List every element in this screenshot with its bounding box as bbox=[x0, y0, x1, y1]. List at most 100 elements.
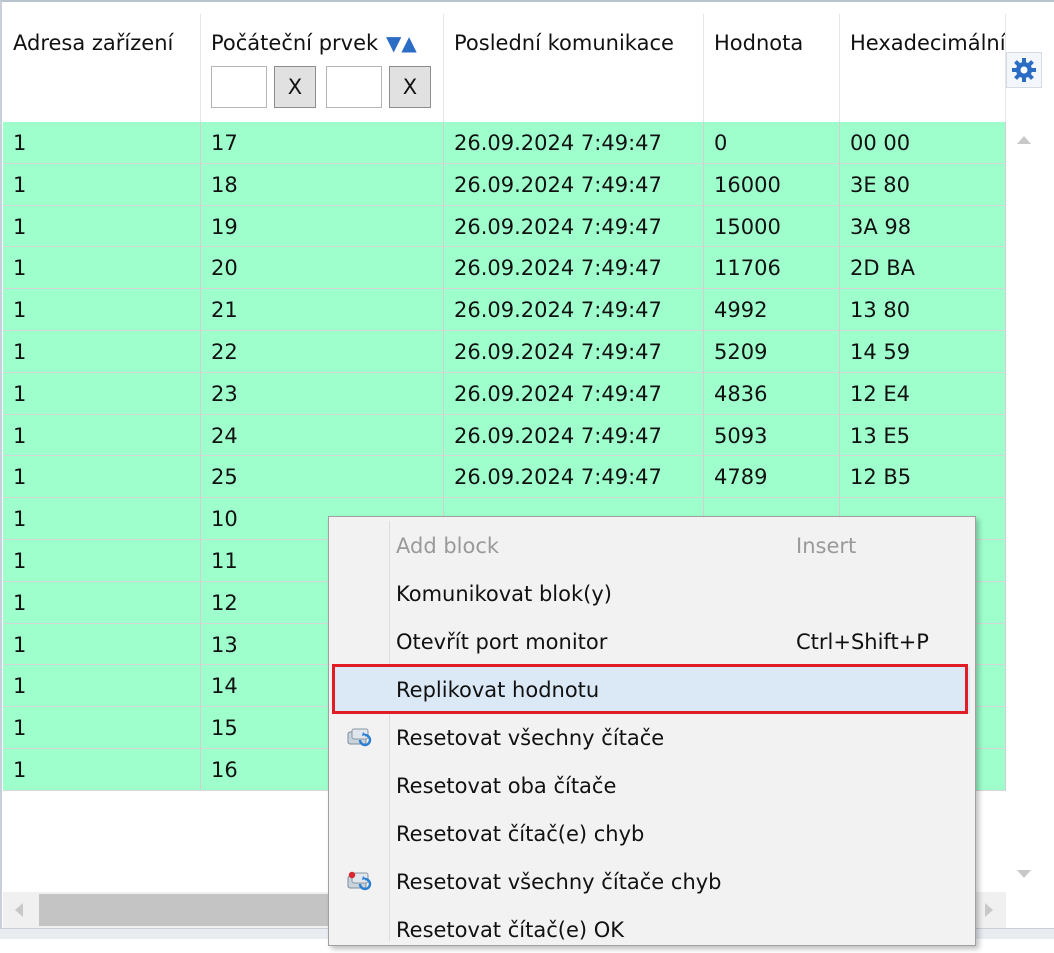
cell-start-item[interactable]: 25 bbox=[201, 456, 444, 498]
cell-address[interactable]: 1 bbox=[3, 122, 201, 163]
scroll-left-icon[interactable] bbox=[15, 903, 23, 917]
cell-hex[interactable]: 13 E5 bbox=[840, 414, 1006, 456]
menu-item-label: Resetovat všechny čítače chyb bbox=[396, 870, 722, 894]
column-header-label: Hexadecimální bbox=[850, 31, 1006, 55]
cell-value[interactable]: 4789 bbox=[704, 456, 840, 498]
table-row[interactable]: 1 25 26.09.2024 7:49:47 4789 12 B5 bbox=[3, 456, 1006, 499]
cell-address[interactable]: 1 bbox=[3, 330, 201, 372]
menu-item[interactable]: Otevřít port monitor Ctrl+Shift+P bbox=[332, 619, 970, 665]
cell-hex[interactable]: 00 00 bbox=[840, 122, 1006, 163]
cell-value[interactable]: 11706 bbox=[704, 247, 840, 289]
cell-hex[interactable]: 14 59 bbox=[840, 330, 1006, 372]
cell-address[interactable]: 1 bbox=[3, 414, 201, 456]
highlight-annotation bbox=[332, 664, 968, 714]
table-row[interactable]: 1 18 26.09.2024 7:49:47 16000 3E 80 bbox=[3, 163, 1006, 206]
cell-value[interactable]: 5209 bbox=[704, 330, 840, 372]
cell-last-communication[interactable]: 26.09.2024 7:49:47 bbox=[444, 330, 704, 372]
cell-hex[interactable]: 3A 98 bbox=[840, 205, 1006, 247]
menu-item-label: Otevřít port monitor bbox=[396, 630, 608, 654]
menu-item[interactable]: Resetovat všechny čítače bbox=[332, 715, 970, 761]
menu-item[interactable]: Resetovat oba čítače bbox=[332, 763, 970, 809]
cell-address[interactable]: 1 bbox=[3, 498, 201, 539]
cell-last-communication[interactable]: 26.09.2024 7:49:47 bbox=[444, 163, 704, 205]
gear-icon[interactable] bbox=[1006, 52, 1042, 88]
menu-item-label: Resetovat čítač(e) OK bbox=[396, 918, 625, 942]
scroll-right-icon[interactable] bbox=[985, 903, 993, 917]
table-row[interactable]: 1 24 26.09.2024 7:49:47 5093 13 E5 bbox=[3, 414, 1006, 457]
column-header-hex[interactable]: Hexadecimální bbox=[840, 14, 1006, 122]
cell-value[interactable]: 15000 bbox=[704, 205, 840, 247]
table-row[interactable]: 1 17 26.09.2024 7:49:47 0 00 00 bbox=[3, 122, 1006, 164]
cell-address[interactable]: 1 bbox=[3, 539, 201, 581]
cell-last-communication[interactable]: 26.09.2024 7:49:47 bbox=[444, 289, 704, 330]
cell-address[interactable]: 1 bbox=[3, 623, 201, 665]
scroll-down-icon[interactable] bbox=[1017, 870, 1031, 878]
menu-item[interactable]: Komunikovat blok(y) bbox=[332, 571, 970, 617]
cell-value[interactable]: 4836 bbox=[704, 372, 840, 414]
cell-start-item[interactable]: 20 bbox=[201, 247, 444, 289]
column-header-start-item[interactable]: Počáteční prvek ▼▲ X X bbox=[201, 14, 444, 122]
table-row[interactable]: 1 21 26.09.2024 7:49:47 4992 13 80 bbox=[3, 289, 1006, 331]
cell-address[interactable]: 1 bbox=[3, 748, 201, 790]
cell-address[interactable]: 1 bbox=[3, 581, 201, 623]
filter-to-input[interactable] bbox=[326, 66, 382, 108]
filter-from-input[interactable] bbox=[211, 66, 267, 108]
cell-start-item[interactable]: 18 bbox=[201, 163, 444, 205]
cell-start-item[interactable]: 21 bbox=[201, 289, 444, 330]
menu-item-label: Add block bbox=[396, 534, 500, 558]
column-header-label: Počáteční prvek bbox=[211, 31, 379, 55]
cell-last-communication[interactable]: 26.09.2024 7:49:47 bbox=[444, 456, 704, 498]
clear-filter-from-button[interactable]: X bbox=[274, 66, 316, 108]
cell-start-item[interactable]: 24 bbox=[201, 414, 444, 456]
column-header-label: Hodnota bbox=[714, 31, 804, 55]
menu-item-label: Komunikovat blok(y) bbox=[396, 582, 612, 606]
cell-hex[interactable]: 2D BA bbox=[840, 247, 1006, 289]
cell-value[interactable]: 16000 bbox=[704, 163, 840, 205]
cell-hex[interactable]: 12 B5 bbox=[840, 456, 1006, 498]
cell-address[interactable]: 1 bbox=[3, 665, 201, 707]
cell-start-item[interactable]: 22 bbox=[201, 330, 444, 372]
cell-address[interactable]: 1 bbox=[3, 372, 201, 414]
cell-start-item[interactable]: 23 bbox=[201, 372, 444, 414]
column-header-value[interactable]: Hodnota bbox=[704, 14, 840, 122]
cell-last-communication[interactable]: 26.09.2024 7:49:47 bbox=[444, 122, 704, 163]
cell-hex[interactable]: 12 E4 bbox=[840, 372, 1006, 414]
table-row[interactable]: 1 23 26.09.2024 7:49:47 4836 12 E4 bbox=[3, 372, 1006, 415]
cell-value[interactable]: 4992 bbox=[704, 289, 840, 330]
sort-icon[interactable]: ▼▲ bbox=[386, 31, 417, 55]
vertical-scrollbar[interactable] bbox=[1006, 122, 1042, 892]
cell-address[interactable]: 1 bbox=[3, 205, 201, 247]
cell-address[interactable]: 1 bbox=[3, 163, 201, 205]
table-row[interactable]: 1 22 26.09.2024 7:49:47 5209 14 59 bbox=[3, 330, 1006, 373]
menu-item-label: Resetovat všechny čítače bbox=[396, 726, 665, 750]
menu-item[interactable]: Add block Insert bbox=[332, 523, 970, 569]
cell-start-item[interactable]: 19 bbox=[201, 205, 444, 247]
menu-item[interactable]: Resetovat čítač(e) chyb bbox=[332, 811, 970, 857]
horizontal-scroll-thumb[interactable] bbox=[39, 894, 339, 926]
menu-item-shortcut: Ctrl+Shift+P bbox=[796, 630, 929, 654]
reset-error-counters-icon bbox=[346, 870, 374, 894]
cell-last-communication[interactable]: 26.09.2024 7:49:47 bbox=[444, 247, 704, 289]
menu-item[interactable]: Resetovat čítač(e) OK bbox=[332, 907, 970, 953]
table-row[interactable]: 1 20 26.09.2024 7:49:47 11706 2D BA bbox=[3, 247, 1006, 290]
table-row[interactable]: 1 19 26.09.2024 7:49:47 15000 3A 98 bbox=[3, 205, 1006, 248]
cell-address[interactable]: 1 bbox=[3, 456, 201, 498]
column-header-last-communication[interactable]: Poslední komunikace bbox=[444, 14, 704, 122]
cell-address[interactable]: 1 bbox=[3, 289, 201, 330]
cell-address[interactable]: 1 bbox=[3, 707, 201, 748]
cell-value[interactable]: 5093 bbox=[704, 414, 840, 456]
cell-last-communication[interactable]: 26.09.2024 7:49:47 bbox=[444, 205, 704, 247]
cell-address[interactable]: 1 bbox=[3, 247, 201, 289]
cell-hex[interactable]: 13 80 bbox=[840, 289, 1006, 330]
column-header-label: Poslední komunikace bbox=[454, 31, 674, 55]
scroll-up-icon[interactable] bbox=[1017, 136, 1031, 144]
cell-hex[interactable]: 3E 80 bbox=[840, 163, 1006, 205]
menu-item[interactable]: Resetovat všechny čítače chyb bbox=[332, 859, 970, 905]
menu-item-label: Resetovat čítač(e) chyb bbox=[396, 822, 645, 846]
column-header-address[interactable]: Adresa zařízení bbox=[3, 14, 201, 122]
clear-filter-to-button[interactable]: X bbox=[389, 66, 431, 108]
cell-value[interactable]: 0 bbox=[704, 122, 840, 163]
cell-start-item[interactable]: 17 bbox=[201, 122, 444, 163]
cell-last-communication[interactable]: 26.09.2024 7:49:47 bbox=[444, 372, 704, 414]
cell-last-communication[interactable]: 26.09.2024 7:49:47 bbox=[444, 414, 704, 456]
